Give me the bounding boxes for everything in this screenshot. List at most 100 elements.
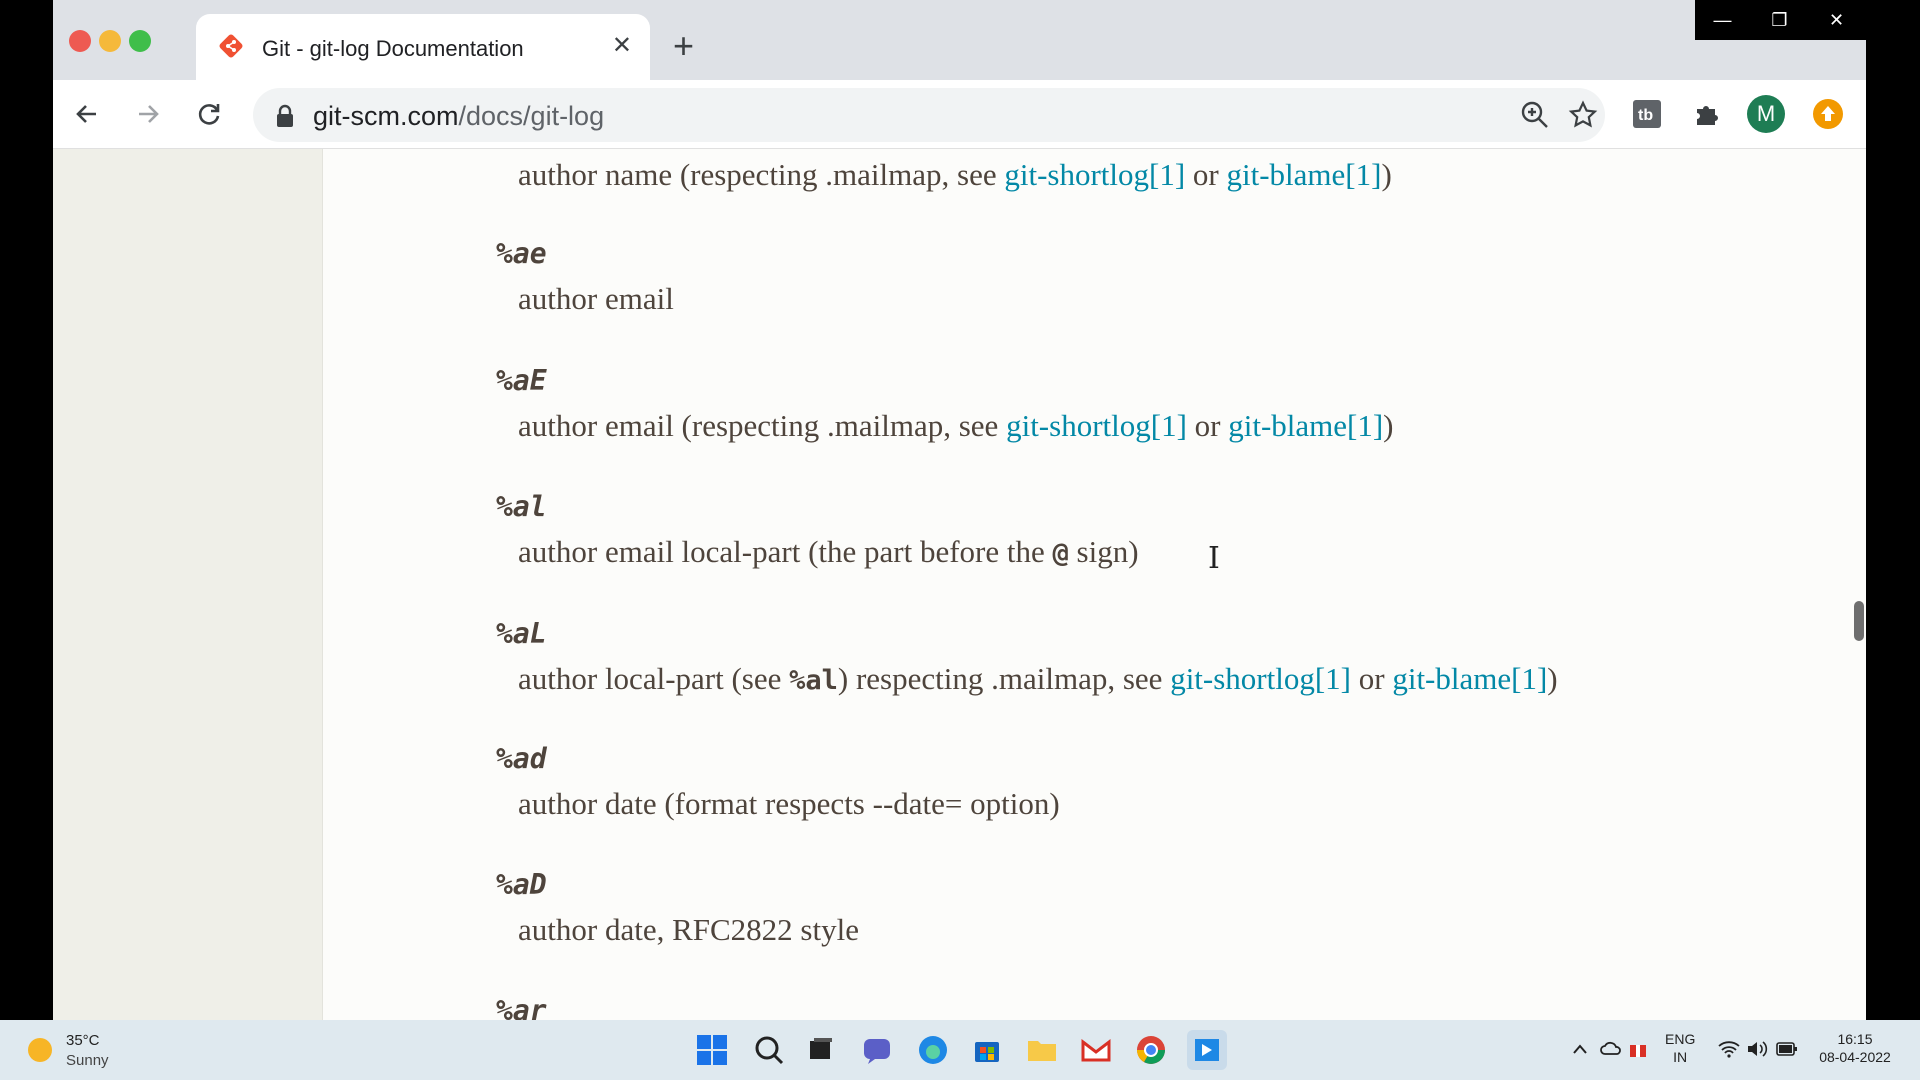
lang-bottom: IN (1673, 1049, 1688, 1065)
update-arrow-icon (1813, 99, 1843, 129)
link-git-blame[interactable]: git-blame[1] (1228, 408, 1383, 443)
forward-button[interactable] (128, 94, 168, 134)
sun-icon[interactable] (28, 1038, 52, 1062)
inline-code: @ (1052, 538, 1069, 569)
weather-condition[interactable]: Sunny (66, 1052, 109, 1069)
url-path: /docs/git-log (458, 101, 605, 131)
clock[interactable]: 16:15 08-04-2022 (1810, 1030, 1900, 1066)
wifi-icon[interactable] (1718, 1040, 1740, 1063)
teams-chat-button[interactable] (857, 1030, 897, 1070)
task-view-button[interactable] (801, 1030, 841, 1070)
svg-text:tb: tb (1638, 107, 1653, 124)
gmail-button[interactable] (1076, 1030, 1116, 1070)
store-button[interactable] (967, 1030, 1007, 1070)
window-controls: — ❐ ✕ (1695, 0, 1866, 40)
folder-icon (1028, 1041, 1056, 1061)
zoom-in-icon (1521, 101, 1548, 128)
desc-text: author email (respecting .mailmap, see (518, 408, 1007, 443)
desc-text: or (1185, 157, 1227, 192)
link-git-blame[interactable]: git-blame[1] (1226, 157, 1381, 192)
desc-text: ) respecting .mailmap, see (837, 661, 1171, 696)
chrome-button[interactable] (1131, 1030, 1171, 1070)
desc-text: ) (1383, 408, 1394, 443)
link-git-shortlog[interactable]: git-shortlog[1] (1170, 661, 1351, 696)
battery-icon[interactable] (1776, 1041, 1798, 1062)
weather-temp[interactable]: 35°C (66, 1032, 100, 1049)
extensions-button[interactable] (1688, 94, 1728, 134)
gift-icon[interactable] (1628, 1038, 1648, 1063)
scrollbar-thumb[interactable] (1854, 601, 1864, 641)
entry-desc: author email (518, 281, 674, 316)
minimize-icon[interactable]: — (1695, 0, 1750, 40)
link-git-shortlog[interactable]: git-shortlog[1] (1006, 408, 1187, 443)
entry-desc: author date (format respects --date= opt… (518, 786, 1060, 821)
link-git-blame[interactable]: git-blame[1] (1392, 661, 1547, 696)
language-indicator[interactable]: ENG IN (1665, 1030, 1695, 1066)
desc-text: author name (respecting .mailmap, see (518, 157, 1005, 192)
desc-text: author local-part (see (518, 661, 790, 696)
active-app-button[interactable] (1187, 1030, 1227, 1070)
taskbar: 35°C Sunny ENG IN 16:15 08-04-2022 (0, 1020, 1920, 1080)
profile-button[interactable]: M (1746, 94, 1786, 134)
tb-extension-icon: tb (1633, 100, 1661, 128)
search-button[interactable] (749, 1030, 789, 1070)
zoom-button[interactable] (1515, 95, 1555, 135)
entry-desc: author local-part (see %al) respecting .… (518, 661, 1558, 697)
restore-icon[interactable]: ❐ (1752, 0, 1807, 40)
url-text: git-scm.com/docs/git-log (313, 101, 604, 132)
placeholder-code: %aD (496, 868, 547, 901)
reload-icon (198, 104, 220, 125)
inline-code: %al (789, 665, 838, 696)
placeholder-code: %ad (496, 742, 547, 775)
desc-text: ) (1547, 661, 1558, 696)
desc-text: ) (1381, 157, 1392, 192)
arrow-left-icon (76, 105, 96, 123)
extension-tb-button[interactable]: tb (1627, 94, 1667, 134)
edge-button[interactable] (913, 1030, 953, 1070)
start-button[interactable] (692, 1030, 732, 1070)
gmail-icon (1081, 1038, 1111, 1062)
entry-desc: author email local-part (the part before… (518, 534, 1139, 570)
minimize-window-button[interactable] (99, 30, 121, 52)
url-host: git-scm.com (313, 101, 459, 131)
link-git-shortlog[interactable]: git-shortlog[1] (1004, 157, 1185, 192)
docs-sidebar (53, 149, 323, 1020)
clock-date: 08-04-2022 (1819, 1049, 1891, 1065)
address-bar[interactable]: git-scm.com/docs/git-log (253, 88, 1605, 142)
chevron-up-icon[interactable] (1572, 1042, 1588, 1060)
star-icon (1568, 100, 1598, 128)
lang-top: ENG (1665, 1031, 1696, 1047)
desc-text: or (1186, 408, 1229, 443)
avatar: M (1747, 95, 1785, 133)
entry-desc: author date, RFC2822 style (518, 912, 859, 947)
bookmark-button[interactable] (1563, 95, 1603, 135)
placeholder-code: %al (496, 490, 547, 523)
browser-window: Git - git-log Documentation ✕ + git-scm.… (53, 0, 1866, 1020)
new-tab-button[interactable]: + (673, 28, 694, 64)
maximize-window-button[interactable] (129, 30, 151, 52)
chat-icon (864, 1039, 890, 1064)
windows-icon (697, 1035, 727, 1065)
update-button[interactable] (1808, 94, 1848, 134)
tab-strip: Git - git-log Documentation ✕ + (53, 0, 1866, 80)
entry-desc: author email (respecting .mailmap, see g… (518, 408, 1394, 444)
lock-icon[interactable] (275, 104, 295, 128)
reload-button[interactable] (189, 94, 229, 134)
onedrive-icon[interactable] (1600, 1040, 1622, 1061)
close-window-button[interactable] (69, 30, 91, 52)
volume-icon[interactable] (1746, 1040, 1768, 1063)
tab-git-log[interactable]: Git - git-log Documentation ✕ (196, 14, 650, 80)
browser-toolbar: git-scm.com/docs/git-log tb M (53, 80, 1866, 149)
chrome-icon (1137, 1036, 1165, 1064)
task-view-icon (810, 1038, 832, 1059)
placeholder-code: %aE (496, 364, 547, 397)
back-button[interactable] (67, 94, 107, 134)
tab-close-icon[interactable]: ✕ (612, 34, 632, 58)
placeholder-code: %ae (496, 237, 547, 270)
desc-text: author email local-part (the part before… (518, 534, 1053, 569)
file-explorer-button[interactable] (1022, 1030, 1062, 1070)
git-logo-icon (219, 34, 243, 58)
clock-time: 16:15 (1837, 1031, 1873, 1047)
close-icon[interactable]: ✕ (1809, 0, 1864, 40)
text-cursor-icon: I (1208, 541, 1220, 576)
